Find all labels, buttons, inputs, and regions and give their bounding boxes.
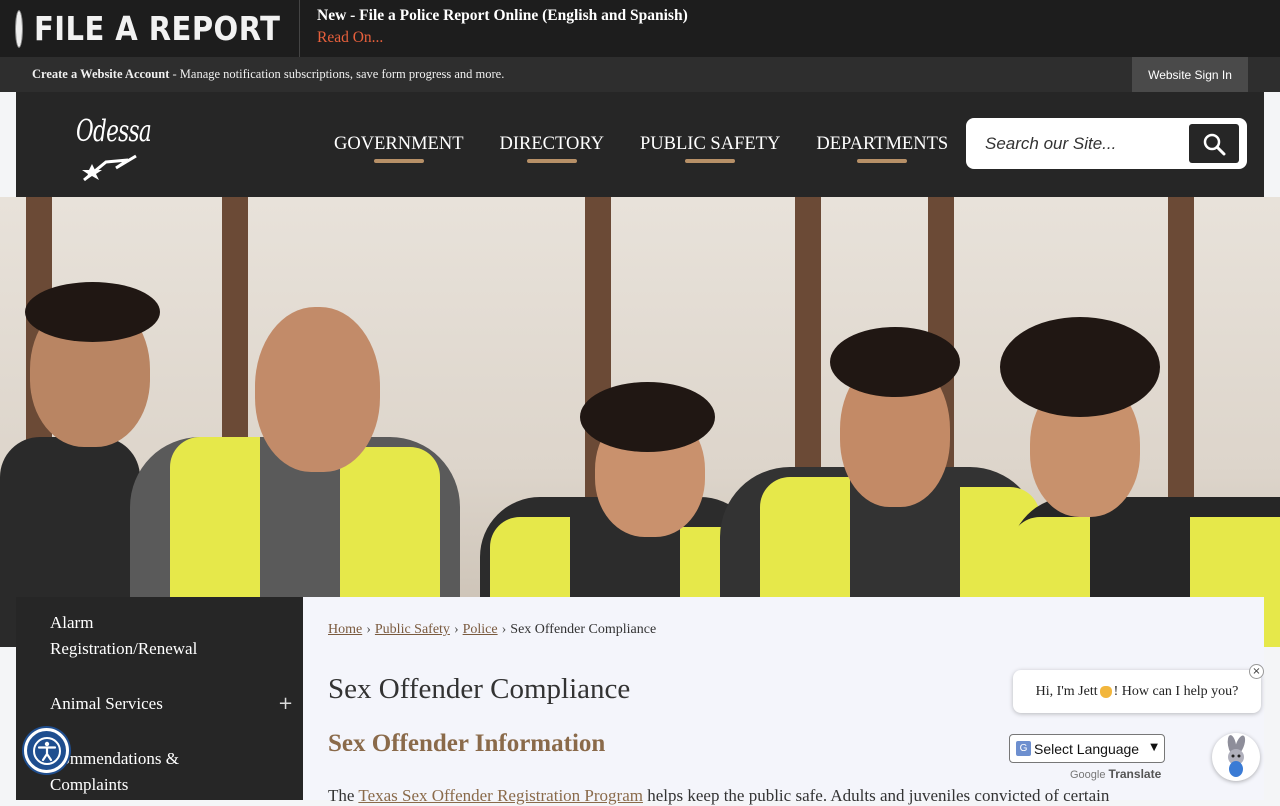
create-account-desc: - Manage notification subscriptions, sav… xyxy=(169,67,505,81)
expand-plus-icon[interactable]: + xyxy=(278,693,293,714)
sidebar-item-alarm-registration[interactable]: Alarm Registration/Renewal xyxy=(50,610,197,662)
hero-person-hair xyxy=(830,327,960,397)
account-text: Create a Website Account - Manage notifi… xyxy=(32,67,504,82)
breadcrumb-separator: › xyxy=(453,622,459,637)
breadcrumb: Home › Public Safety › Police › Sex Offender C… xyxy=(328,622,656,638)
nav-public-safety-label: PUBLIC SAFETY xyxy=(640,134,781,154)
texas-sex-offender-program-link[interactable]: Texas Sex Offender Registration Program xyxy=(358,786,643,805)
sidebar-item-label: Alarm xyxy=(50,613,94,632)
chat-close-icon[interactable]: × xyxy=(1249,664,1264,679)
breadcrumb-current: Sex Offender Compliance xyxy=(510,622,657,637)
search-box xyxy=(966,118,1247,169)
breadcrumb-separator: › xyxy=(366,622,371,637)
account-bar: Create a Website Account - Manage notifi… xyxy=(0,57,1280,92)
accessibility-button[interactable] xyxy=(24,728,69,773)
nav-underline xyxy=(685,159,736,163)
chevron-down-icon: ▼ xyxy=(1150,742,1158,753)
search-input[interactable] xyxy=(966,118,1186,169)
nav-departments-label: DEPARTMENTS xyxy=(816,134,949,154)
nav-public-safety[interactable]: PUBLIC SAFETY xyxy=(640,92,780,197)
nav-government[interactable]: GOVERNMENT xyxy=(334,92,464,197)
sidebar-item-label: Complaints xyxy=(50,775,129,794)
alert-headline: New - File a Police Report Online (Engli… xyxy=(317,7,688,24)
sidebar-item-commendations[interactable]: Commendations & Complaints xyxy=(50,746,179,798)
odessa-logo[interactable]: Odessa xyxy=(76,110,152,182)
file-report-banner[interactable]: FILE A REPORT xyxy=(0,0,300,57)
body-paragraph: The Texas Sex Offender Registration Prog… xyxy=(328,786,1258,806)
body-text: The xyxy=(328,786,359,805)
sidebar-item-label: Registration/Renewal xyxy=(50,639,198,658)
nav-underline xyxy=(526,159,577,163)
powered-by-google-translate[interactable]: Google Translate xyxy=(1070,767,1161,781)
hero-person-hair xyxy=(25,282,160,342)
nav-directory[interactable]: DIRECTORY xyxy=(499,92,605,197)
create-account-link[interactable]: Create a Website Account xyxy=(32,67,169,81)
chat-greeting-bubble[interactable]: Hi, I'm Jett ! How can I help you? xyxy=(1013,670,1261,713)
accessibility-icon xyxy=(32,736,61,765)
alert-read-on-link[interactable]: Read On... xyxy=(317,29,383,47)
logo-star-icon xyxy=(82,154,137,182)
nav-departments[interactable]: DEPARTMENTS xyxy=(816,92,948,197)
translate-label: Translate xyxy=(1108,767,1162,781)
alert-message: New - File a Police Report Online (Engli… xyxy=(300,0,688,57)
section-title: Sex Offender Information xyxy=(328,730,606,757)
main-nav: GOVERNMENT DIRECTORY PUBLIC SAFETY DEPAR… xyxy=(334,92,984,197)
google-label: Google xyxy=(1070,769,1106,781)
breadcrumb-public-safety[interactable]: Public Safety xyxy=(375,622,450,637)
hero-pillar xyxy=(1168,197,1194,527)
breadcrumb-police[interactable]: Police xyxy=(463,622,498,637)
sidebar-item-label: Animal Services xyxy=(50,694,163,713)
page-title: Sex Offender Compliance xyxy=(328,673,631,705)
chatbot-avatar-button[interactable] xyxy=(1212,733,1260,781)
nav-underline xyxy=(857,159,908,163)
sidebar-nav: Alarm Registration/Renewal Animal Servic… xyxy=(16,597,303,800)
select-language-dropdown[interactable]: G Select Language ▼ xyxy=(1009,734,1165,763)
search-button[interactable] xyxy=(1189,124,1239,163)
nav-underline xyxy=(373,159,424,163)
select-language-label: Select Language xyxy=(1034,740,1140,757)
jett-mascot-icon xyxy=(1227,735,1246,777)
breadcrumb-home[interactable]: Home xyxy=(328,622,362,637)
nav-directory-label: DIRECTORY xyxy=(499,134,605,154)
google-translate-icon: G xyxy=(1016,741,1031,756)
wave-emoji-icon xyxy=(1099,685,1112,698)
site-header: Odessa GOVERNMENT DIRECTORY PUBLIC SAFET… xyxy=(16,92,1264,197)
website-sign-in-button[interactable]: Website Sign In xyxy=(1132,57,1248,92)
alert-bar: FILE A REPORT New - File a Police Report… xyxy=(0,0,1280,57)
nav-government-label: GOVERNMENT xyxy=(334,134,464,154)
file-report-title: FILE A REPORT xyxy=(34,9,281,48)
hero-person-head xyxy=(255,307,380,472)
breadcrumb-separator: › xyxy=(501,622,507,637)
sidebar-item-animal-services[interactable]: Animal Services xyxy=(50,691,163,717)
hero-person-hair xyxy=(580,382,715,452)
alert-icon xyxy=(16,10,22,47)
chat-greeting-text: ! How can I help you? xyxy=(1113,683,1239,699)
search-icon xyxy=(1203,133,1226,155)
sidebar-item-label: Commendations & xyxy=(50,749,179,768)
chat-greeting-text: Hi, I'm Jett xyxy=(1035,683,1098,699)
hero-person-hair xyxy=(1000,317,1160,417)
hero-image xyxy=(0,197,1280,647)
body-text: helps keep the public safe. Adults and j… xyxy=(642,786,1110,805)
